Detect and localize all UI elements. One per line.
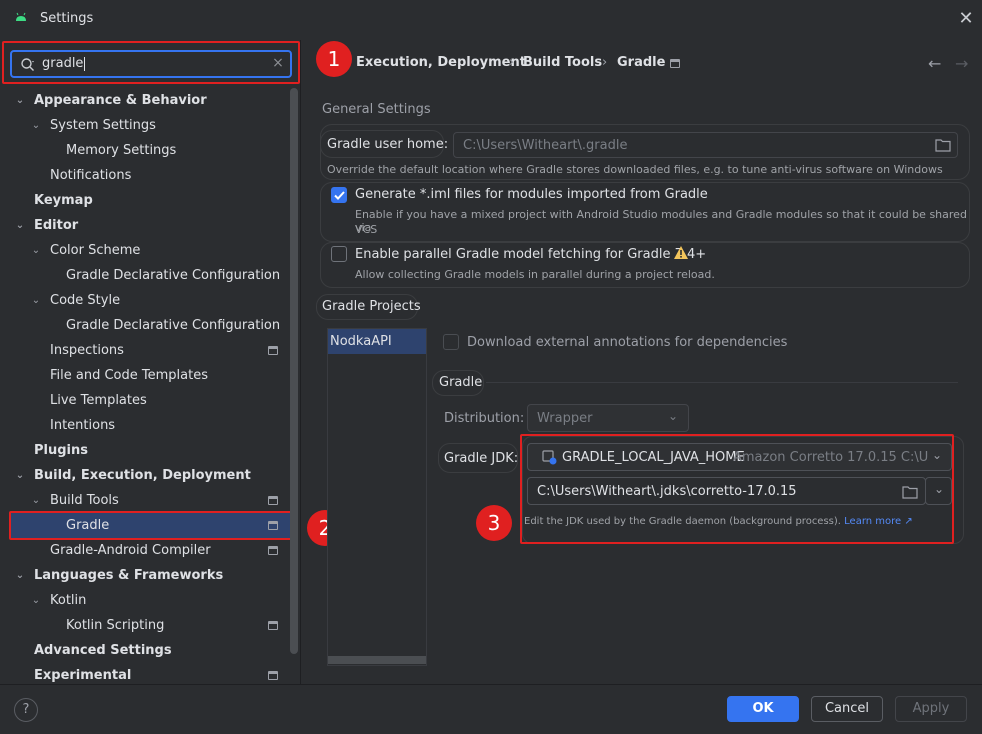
sidebar-item-kotlin[interactable]: ⌄ Kotlin [30,588,286,613]
highlight-box-gradle [9,511,298,540]
sidebar-item-build-tools[interactable]: ⌄ Build Tools [30,488,286,513]
user-home-field[interactable]: C:\Users\Witheart\.gradle [453,132,958,158]
iml-label[interactable]: Generate *.iml files for modules importe… [355,187,708,202]
sidebar-item-advanced-settings[interactable]: Advanced Settings [34,638,286,663]
sidebar-item-color-scheme[interactable]: ⌄ Color Scheme [30,238,286,263]
distribution-select[interactable]: Wrapper ⌄ [527,404,689,432]
iml-hint-line1: Enable if you have a mixed project with … [355,208,967,234]
sidebar-item-keymap[interactable]: Keymap [34,188,286,213]
sidebar-item-code-style[interactable]: ⌄ Code Style [30,288,286,313]
project-level-icon [268,346,278,355]
project-level-icon [670,59,680,68]
sidebar-item-editor[interactable]: ⌄ Editor [14,213,286,238]
project-level-icon [268,496,278,505]
sidebar-item-build-execution-deployment[interactable]: ⌄ Build, Execution, Deployment [14,463,286,488]
project-level-icon [268,546,278,555]
sidebar-item-plugins[interactable]: Plugins [34,438,286,463]
parallel-hint: Allow collecting Gradle models in parall… [355,268,715,281]
back-arrow-icon[interactable]: ← [928,54,941,73]
footer-separator [0,684,982,685]
breadcrumb-sep-1: › [509,55,515,70]
annotation-badge-3: 3 [476,505,512,541]
gradle-group-separator [486,382,958,383]
window-title: Settings [40,11,94,26]
general-settings-label: General Settings [322,102,431,117]
sidebar-item-notifications[interactable]: Notifications [50,163,286,188]
forward-arrow-icon[interactable]: → [955,54,968,73]
iml-checkbox[interactable] [331,187,347,203]
android-icon [16,12,26,21]
gradle-group-label: Gradle [439,375,483,390]
highlight-box-jdk [520,434,954,544]
title-bar [0,0,982,40]
user-home-hint: Override the default location where Grad… [327,163,943,176]
sidebar-item-memory-settings[interactable]: Memory Settings [66,138,286,163]
download-annotations-label[interactable]: Download external annotations for depend… [467,335,787,350]
project-level-icon [268,621,278,630]
sidebar-item-kotlin-scripting[interactable]: Kotlin Scripting [66,613,286,638]
highlight-box-search [2,41,300,84]
breadcrumb-part-3: Gradle [617,55,666,70]
folder-icon[interactable] [935,138,951,152]
sidebar-divider [300,40,301,684]
cancel-button[interactable]: Cancel [811,696,883,722]
gradle-jdk-label: Gradle JDK: [444,451,519,466]
sidebar-item-gradle-declarative-code-style[interactable]: Gradle Declarative Configuration Lang [66,313,284,338]
breadcrumb-part-1[interactable]: Execution, Deployment [356,55,526,70]
parallel-label[interactable]: Enable parallel Gradle model fetching fo… [355,247,706,262]
sidebar-item-live-templates[interactable]: Live Templates [50,388,286,413]
project-list [327,328,427,666]
ok-button[interactable]: OK [727,696,799,722]
sidebar-item-gradle-declarative-color[interactable]: Gradle Declarative Configuration Lang [66,263,284,288]
sidebar-scrollbar[interactable] [290,88,298,654]
gradle-projects-label: Gradle Projects [322,299,421,314]
download-annotations-checkbox[interactable] [443,334,459,350]
breadcrumb-sep-2: › [602,55,608,70]
project-list-item[interactable]: NodkaAPI [328,329,426,354]
help-button[interactable]: ? [14,698,38,722]
close-icon[interactable]: ✕ [956,9,976,29]
sidebar-item-intentions[interactable]: Intentions [50,413,286,438]
sidebar-item-inspections[interactable]: Inspections [50,338,286,363]
annotation-badge-1: 1 [316,41,352,77]
apply-button[interactable]: Apply [895,696,967,722]
sidebar-item-gradle-android-compiler[interactable]: Gradle-Android Compiler [50,538,286,563]
sidebar-item-system-settings[interactable]: ⌄ System Settings [30,113,286,138]
parallel-checkbox[interactable] [331,246,347,262]
checkmark-icon [334,191,345,200]
sidebar-item-languages-frameworks[interactable]: ⌄ Languages & Frameworks [14,563,286,588]
project-list-scrollbar[interactable] [328,656,426,664]
sidebar-item-file-code-templates[interactable]: File and Code Templates [50,363,286,388]
warning-icon [674,246,688,259]
sidebar-item-appearance-behavior[interactable]: ⌄ Appearance & Behavior [14,88,286,113]
project-level-icon [268,671,278,680]
breadcrumb-part-2[interactable]: Build Tools [523,55,602,70]
distribution-label: Distribution: [444,411,525,426]
iml-hint-line2: VCS [355,223,378,236]
user-home-label: Gradle user home: [327,137,449,152]
chevron-down-icon: ⌄ [668,409,679,423]
